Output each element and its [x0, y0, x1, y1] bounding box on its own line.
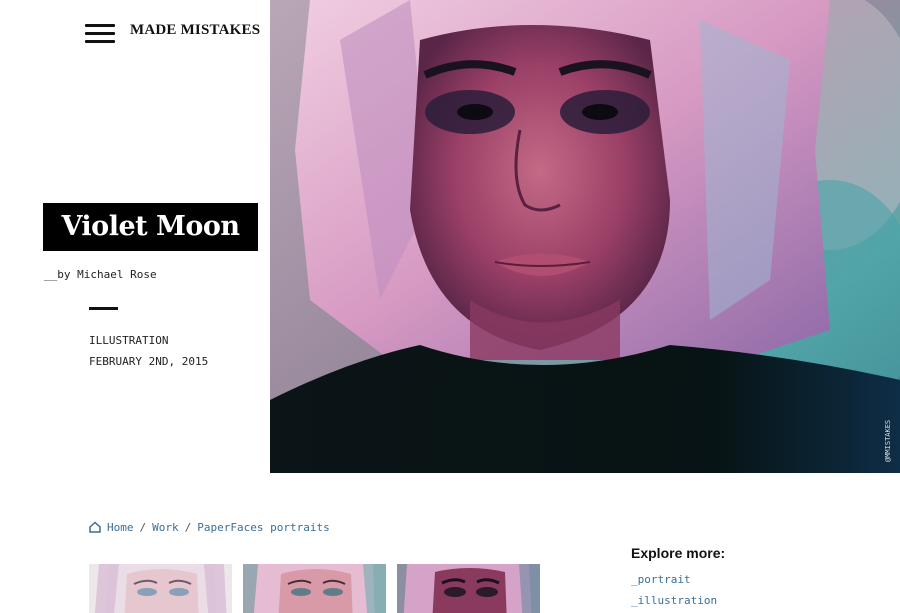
breadcrumb-work[interactable]: Work: [152, 521, 179, 534]
hero-signature: @MMISTAKES: [884, 420, 892, 462]
breadcrumb-separator: /: [184, 520, 192, 534]
author-link[interactable]: Michael Rose: [77, 268, 156, 281]
related-thumbnail-1[interactable]: [89, 564, 232, 613]
breadcrumb-home[interactable]: Home: [107, 521, 134, 534]
menu-bar-bottom: [85, 40, 115, 43]
byline-prefix: __by: [44, 268, 78, 281]
home-icon[interactable]: [89, 521, 101, 533]
explore-more-title: Explore more:: [631, 545, 726, 561]
site-title-link[interactable]: MADE MISTAKES: [130, 22, 260, 39]
hero-image: @MMISTAKES: [270, 0, 900, 473]
breadcrumb: Home / Work / PaperFaces portraits: [89, 519, 330, 535]
related-thumbnail-3[interactable]: [397, 564, 540, 613]
byline: __by Michael Rose: [44, 268, 157, 281]
breadcrumb-separator: /: [139, 520, 147, 534]
menu-bar-middle: [85, 32, 115, 35]
tag-link-portrait[interactable]: _portrait: [631, 573, 691, 586]
post-date: FEBRUARY 2ND, 2015: [89, 355, 209, 368]
tag-link-illustration[interactable]: _illustration: [631, 594, 717, 607]
post-title-box: Violet Moon: [43, 203, 258, 251]
divider: [89, 307, 118, 310]
hamburger-menu-icon[interactable]: [85, 24, 115, 44]
menu-bar-top: [85, 24, 115, 27]
post-category[interactable]: ILLUSTRATION: [89, 334, 168, 347]
related-thumbnail-2[interactable]: [243, 564, 386, 613]
breadcrumb-paperfaces-portraits[interactable]: PaperFaces portraits: [197, 521, 329, 534]
post-title: Violet Moon: [61, 211, 240, 242]
